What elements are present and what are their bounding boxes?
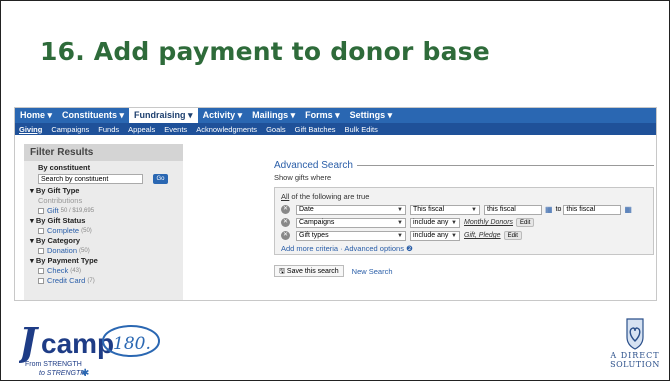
top-nav: Home ▾ Constituents ▾ Fundraising ▾ Acti… — [15, 108, 656, 123]
subnav-funds[interactable]: Funds — [98, 125, 119, 134]
heart-shield-icon — [626, 318, 644, 350]
jcamp-logo: J camp 180. From STRENGTH to STRENGTH ✱ — [19, 319, 160, 377]
new-search-link[interactable]: New Search — [352, 267, 393, 276]
criterion-campaigns: ✕ Campaigns ▼ include any ▼ Monthly Donors… — [281, 216, 647, 229]
filter-option-donation[interactable]: Donation (50) — [30, 246, 177, 256]
count: 50 / $19,695 — [60, 208, 95, 214]
subnav-bulk-edits[interactable]: Bulk Edits — [345, 125, 378, 134]
slide-title: 16. Add payment to donor base — [40, 37, 490, 66]
field-select[interactable]: Campaigns ▼ — [296, 217, 406, 228]
all-of-label: All of the following are true — [281, 192, 370, 201]
edit-button[interactable]: Edit — [516, 218, 535, 227]
calendar-icon[interactable]: ▦ — [545, 205, 553, 214]
advanced-search-panel: Advanced Search Show gifts where All of … — [274, 160, 654, 296]
save-search-button[interactable]: 🖫 Save this search — [274, 265, 344, 277]
to-label: to — [555, 206, 562, 213]
field-select[interactable]: Gift types ▼ — [296, 230, 406, 241]
by-constituent-label: By constituent — [38, 163, 91, 172]
logo-text-line1: A DIRECT — [610, 351, 660, 360]
filter-panel: Filter Results By constituent Go ▾ By Gi… — [24, 144, 183, 300]
nav-activity[interactable]: Activity ▾ — [198, 108, 248, 123]
calendar-icon[interactable]: ▦ — [624, 205, 632, 214]
filter-title: Filter Results — [24, 144, 183, 161]
nav-settings[interactable]: Settings ▾ — [345, 108, 398, 123]
checkbox[interactable] — [38, 228, 44, 234]
remove-criterion-icon[interactable]: ✕ — [281, 205, 290, 214]
operator-select[interactable]: include any ▼ — [410, 230, 460, 241]
svg-text:to STRENGTH: to STRENGTH — [39, 370, 86, 377]
divider — [356, 165, 654, 166]
subnav-appeals[interactable]: Appeals — [128, 125, 155, 134]
criterion-value[interactable]: Gift, Pledge — [464, 232, 501, 239]
remove-criterion-icon[interactable]: ✕ — [281, 231, 290, 240]
subnav-events[interactable]: Events — [164, 125, 187, 134]
advanced-search-title: Advanced Search — [274, 160, 654, 171]
date-from-input[interactable]: this fiscal — [484, 204, 542, 215]
svg-text:From STRENGTH: From STRENGTH — [25, 361, 82, 368]
gift-type-heading[interactable]: ▾ By Gift Type — [30, 186, 177, 196]
subnav-gift-batches[interactable]: Gift Batches — [295, 125, 336, 134]
gift-status-heading[interactable]: ▾ By Gift Status — [30, 216, 177, 226]
criterion-date: ✕ Date ▼ This fiscal ▼ this fiscal ▦ to th… — [281, 203, 647, 216]
svg-text:180.: 180. — [113, 334, 151, 354]
remove-criterion-icon[interactable]: ✕ — [281, 218, 290, 227]
go-button[interactable]: Go — [153, 174, 168, 184]
field-select[interactable]: Date ▼ — [296, 204, 406, 215]
operator-select[interactable]: include any ▼ — [410, 217, 460, 228]
subnav-acknowledgments[interactable]: Acknowledgments — [196, 125, 257, 134]
payment-type-heading[interactable]: ▾ By Payment Type — [30, 256, 177, 266]
checkbox[interactable] — [38, 248, 44, 254]
add-more-criteria-link[interactable]: Add more criteria · Advanced options ❷ — [281, 244, 647, 253]
nav-constituents[interactable]: Constituents ▾ — [57, 108, 129, 123]
filter-option-credit-card[interactable]: Credit Card (7) — [30, 276, 177, 286]
checkbox[interactable] — [38, 278, 44, 284]
save-icon: 🖫 — [279, 268, 287, 275]
count: (50) — [81, 228, 92, 234]
subnav-giving[interactable]: Giving — [19, 125, 42, 134]
nav-forms[interactable]: Forms ▾ — [300, 108, 345, 123]
operator-select[interactable]: This fiscal ▼ — [410, 204, 480, 215]
count: (43) — [70, 268, 81, 274]
contributions-label: Contributions — [38, 196, 83, 205]
date-to-input[interactable]: this fiscal — [563, 204, 622, 215]
subnav-campaigns[interactable]: Campaigns — [51, 125, 89, 134]
a-direct-solution-logo: A DIRECT SOLUTION — [605, 315, 665, 375]
svg-text:J: J — [19, 319, 40, 364]
svg-text:✱: ✱ — [81, 368, 89, 377]
category-heading[interactable]: ▾ By Category — [30, 236, 177, 246]
filter-option-gift[interactable]: Gift 50 / $19,695 — [30, 206, 177, 216]
show-gifts-label: Show gifts where — [274, 173, 332, 182]
slide: 16. Add payment to donor base Home ▾ Con… — [0, 0, 670, 381]
subnav-goals[interactable]: Goals — [266, 125, 286, 134]
checkbox[interactable] — [38, 268, 44, 274]
edit-button[interactable]: Edit — [503, 231, 522, 240]
app-screenshot: Home ▾ Constituents ▾ Fundraising ▾ Acti… — [14, 107, 657, 301]
sub-nav: Giving Campaigns Funds Appeals Events Ac… — [15, 123, 656, 135]
criteria-box: All of the following are true ✕ Date ▼ Th… — [274, 187, 654, 255]
count: (50) — [79, 248, 90, 254]
logo-text-line2: SOLUTION — [610, 360, 660, 369]
nav-mailings[interactable]: Mailings ▾ — [247, 108, 300, 123]
nav-fundraising[interactable]: Fundraising ▾ — [129, 108, 198, 123]
criterion-value[interactable]: Monthly Donors — [464, 219, 513, 226]
count: (7) — [87, 278, 95, 284]
checkbox[interactable] — [38, 208, 44, 214]
constituent-search-input[interactable] — [38, 174, 143, 184]
criterion-gift-types: ✕ Gift types ▼ include any ▼ Gift, Pledge … — [281, 229, 647, 242]
filter-option-check[interactable]: Check (43) — [30, 266, 177, 276]
filter-option-complete[interactable]: Complete (50) — [30, 226, 177, 236]
nav-home[interactable]: Home ▾ — [15, 108, 57, 123]
